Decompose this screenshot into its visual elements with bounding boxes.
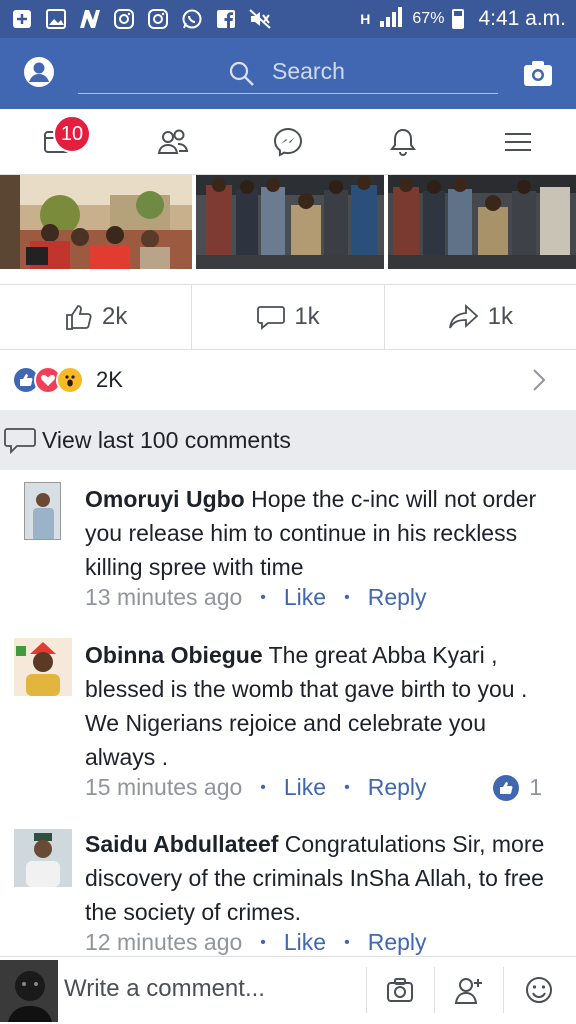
separator-dot: • — [344, 778, 350, 796]
divider — [366, 967, 367, 1013]
network-type-label: H — [360, 11, 371, 27]
comment-meta: 15 minutes ago • Like • Reply — [85, 774, 427, 801]
comment-bubble-icon — [4, 428, 36, 455]
separator-dot: • — [260, 588, 266, 606]
clock: 4:41 a.m. — [478, 7, 566, 30]
camera-icon[interactable] — [522, 58, 554, 93]
camera-icon[interactable] — [385, 975, 415, 1005]
comment-like-count: 1 — [529, 774, 542, 800]
notification-icons — [10, 7, 272, 31]
comment-count: 1k — [294, 303, 320, 330]
commenter-name[interactable]: Obinna Obiegue — [85, 642, 263, 668]
commenter-avatar[interactable] — [14, 638, 72, 696]
comment-like-link[interactable]: Like — [284, 774, 326, 801]
post-photo-1[interactable] — [0, 175, 192, 269]
share-button[interactable]: 1k — [385, 285, 576, 349]
comment-like-link[interactable]: Like — [284, 584, 326, 611]
comment-button[interactable]: 1k — [192, 285, 385, 349]
commenter-avatar[interactable] — [14, 829, 72, 887]
separator-dot: • — [260, 778, 266, 796]
friends-icon — [157, 129, 189, 154]
battery-icon — [452, 9, 465, 29]
search-placeholder: Search — [272, 58, 345, 84]
separator-dot: • — [260, 933, 266, 951]
messenger-tab[interactable] — [272, 126, 304, 158]
comment-body: Obinna Obiegue The great Abba Kyari , bl… — [85, 638, 558, 774]
like-count: 2k — [101, 303, 128, 330]
like-button[interactable]: 2k — [0, 285, 193, 349]
add-box-icon — [10, 7, 34, 31]
view-previous-label: View last 100 comments — [42, 426, 291, 453]
comment-body: Saidu Abdullateef Congratulations Sir, m… — [85, 827, 558, 929]
comment-icon — [257, 306, 286, 330]
chevron-right-icon[interactable] — [532, 368, 546, 397]
facebook-icon — [214, 7, 238, 31]
messenger-icon — [273, 127, 303, 157]
post-photo-3[interactable] — [388, 175, 576, 269]
user-avatar — [0, 960, 58, 1022]
menu-tab[interactable] — [503, 126, 535, 158]
whatsapp-icon — [180, 7, 204, 31]
commenter-name[interactable]: Saidu Abdullateef — [85, 831, 278, 857]
thumbs-up-icon — [66, 305, 92, 330]
reactions-summary[interactable]: 2K — [0, 350, 576, 410]
notifications-tab[interactable] — [387, 126, 419, 158]
wow-reaction-icon — [56, 366, 84, 394]
comment-reply-link[interactable]: Reply — [368, 584, 427, 611]
separator-dot: • — [344, 588, 350, 606]
comment-reply-link[interactable]: Reply — [368, 774, 427, 801]
comment-composer: Write a comment... — [0, 956, 576, 1024]
divider — [434, 967, 435, 1013]
instagram-icon — [146, 7, 170, 31]
commenter-name[interactable]: Omoruyi Ugbo — [85, 486, 245, 512]
like-reaction-icon — [493, 774, 520, 801]
comment-like-summary[interactable]: 1 — [493, 774, 542, 801]
comment-time: 15 minutes ago — [85, 774, 243, 800]
bell-icon — [390, 128, 416, 157]
share-count: 1k — [487, 303, 513, 330]
mute-icon — [248, 7, 272, 31]
comment-like-link[interactable]: Like — [284, 929, 326, 956]
share-arrow-icon — [448, 303, 478, 329]
post-photo-2[interactable] — [196, 175, 384, 269]
post-photos — [0, 175, 576, 271]
comment-time: 12 minutes ago — [85, 929, 243, 955]
hamburger-menu-icon — [505, 133, 531, 151]
view-previous-comments[interactable]: View last 100 comments — [0, 410, 576, 470]
notification-badge: 10 — [53, 115, 91, 153]
comment-meta: 12 minutes ago • Like • Reply — [85, 929, 427, 956]
search-header: Search — [0, 38, 576, 109]
divider — [503, 967, 504, 1013]
tag-friend-icon[interactable] — [454, 975, 484, 1005]
friends-tab[interactable] — [156, 126, 189, 158]
comment-body: Omoruyi Ugbo Hope the c-inc will not ord… — [85, 482, 558, 584]
comment-time: 13 minutes ago — [85, 584, 243, 610]
comment-reply-link[interactable]: Reply — [368, 929, 427, 956]
gallery-icon — [44, 7, 68, 31]
emoji-icon[interactable] — [524, 975, 554, 1005]
post-action-bar: 2k 1k 1k — [0, 284, 576, 350]
n-app-icon — [78, 7, 102, 31]
separator-dot: • — [344, 933, 350, 951]
battery-percent: 67% — [412, 10, 445, 27]
comment-input[interactable]: Write a comment... — [64, 975, 265, 1003]
instagram-icon — [112, 7, 136, 31]
status-bar: H 67% 4:41 a.m. — [0, 0, 576, 38]
search-input[interactable]: Search — [78, 56, 498, 94]
reaction-count: 2K — [96, 367, 123, 392]
profile-icon[interactable] — [23, 56, 55, 88]
comment-meta: 13 minutes ago • Like • Reply — [85, 584, 427, 611]
signal-icon — [378, 5, 404, 33]
commenter-avatar[interactable] — [24, 482, 61, 540]
search-icon — [228, 60, 256, 93]
